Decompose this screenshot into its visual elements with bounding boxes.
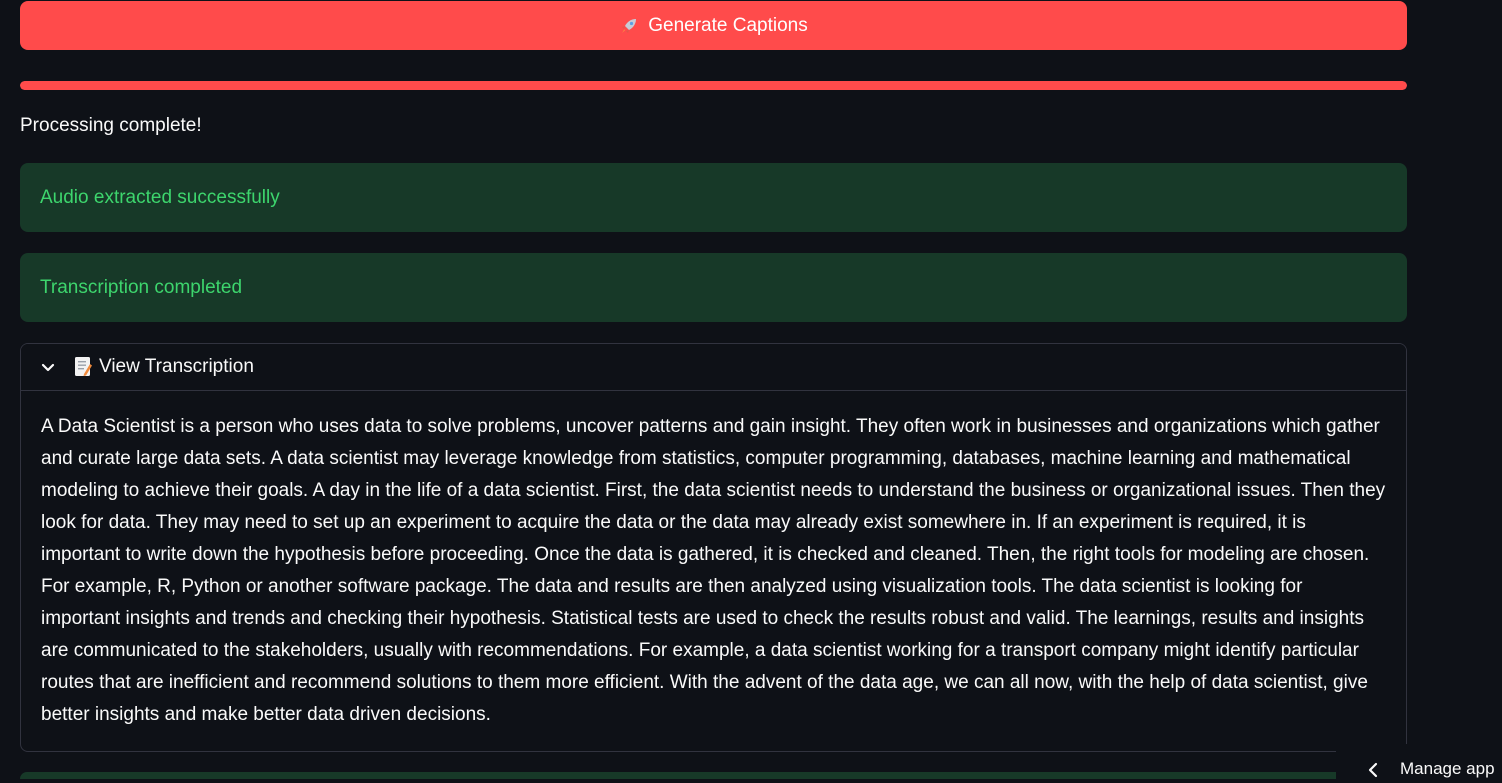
next-success-alert — [20, 772, 1336, 779]
status-text: Processing complete! — [20, 115, 202, 136]
manage-app-label: Manage app — [1400, 759, 1495, 778]
success-alert-audio: Audio extracted successfully — [20, 163, 1407, 232]
generate-captions-label: Generate Captions — [648, 14, 808, 36]
progress-bar-fill — [20, 81, 1407, 90]
expander-title: View Transcription — [99, 356, 254, 377]
chevron-down-icon — [39, 358, 57, 376]
progress-bar — [20, 81, 1407, 90]
rocket-icon — [619, 16, 639, 36]
chevron-left-icon — [1366, 762, 1380, 778]
alert-text: Audio extracted successfully — [40, 186, 280, 208]
success-alert-transcription: Transcription completed — [20, 253, 1407, 322]
transcription-text: A Data Scientist is a person who uses da… — [41, 416, 1386, 725]
generate-captions-button[interactable]: Generate Captions — [20, 1, 1407, 50]
alert-text: Transcription completed — [40, 276, 243, 298]
memo-icon — [73, 356, 93, 378]
expander-header[interactable]: View Transcription — [21, 344, 1406, 391]
manage-app-button[interactable]: Manage app — [1336, 744, 1502, 779]
transcription-expander: View Transcription A Data Scientist is a… — [20, 343, 1407, 752]
